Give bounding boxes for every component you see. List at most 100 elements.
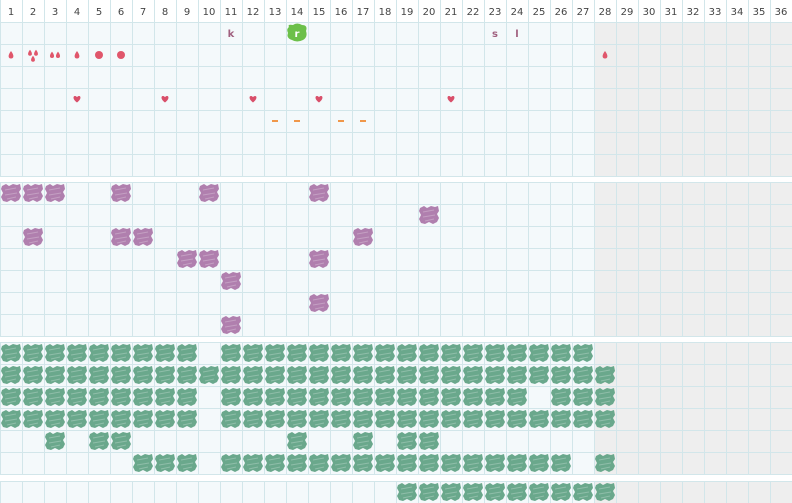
green-cell[interactable] bbox=[243, 344, 263, 362]
green-cell[interactable] bbox=[551, 410, 571, 428]
green-cell[interactable] bbox=[353, 410, 373, 428]
green-cell[interactable] bbox=[155, 344, 175, 362]
column-label[interactable]: 3 bbox=[52, 7, 58, 18]
green-cell[interactable] bbox=[287, 454, 307, 472]
green-cell[interactable] bbox=[419, 410, 439, 428]
column-label[interactable]: 20 bbox=[423, 7, 436, 18]
column-label[interactable]: 16 bbox=[335, 7, 348, 18]
column-label[interactable]: 21 bbox=[445, 7, 458, 18]
green-cell[interactable] bbox=[221, 344, 241, 362]
green-cell[interactable] bbox=[573, 483, 593, 501]
green-cell[interactable] bbox=[133, 344, 153, 362]
column-label[interactable]: 12 bbox=[247, 7, 260, 18]
green-cell[interactable] bbox=[45, 366, 65, 384]
cell-letter[interactable]: k bbox=[228, 29, 235, 40]
column-label[interactable]: 10 bbox=[203, 7, 216, 18]
green-cell[interactable] bbox=[551, 344, 571, 362]
green-cell[interactable] bbox=[199, 366, 219, 384]
green-cell[interactable] bbox=[243, 454, 263, 472]
purple-cell[interactable] bbox=[23, 228, 43, 246]
green-cell[interactable] bbox=[67, 344, 87, 362]
green-cell[interactable] bbox=[441, 410, 461, 428]
green-cell[interactable] bbox=[507, 344, 527, 362]
green-cell[interactable] bbox=[573, 366, 593, 384]
column-label[interactable]: 36 bbox=[775, 7, 788, 18]
green-cell[interactable] bbox=[485, 410, 505, 428]
green-cell[interactable] bbox=[331, 388, 351, 406]
green-cell[interactable] bbox=[507, 410, 527, 428]
column-label[interactable]: 34 bbox=[731, 7, 744, 18]
green-cell[interactable] bbox=[463, 454, 483, 472]
purple-cell[interactable] bbox=[133, 228, 153, 246]
green-cell[interactable] bbox=[177, 344, 197, 362]
green-cell[interactable] bbox=[463, 344, 483, 362]
green-cell[interactable] bbox=[397, 366, 417, 384]
green-cell[interactable] bbox=[243, 366, 263, 384]
green-cell[interactable] bbox=[375, 388, 395, 406]
green-cell[interactable] bbox=[507, 388, 527, 406]
green-cell[interactable] bbox=[331, 410, 351, 428]
green-cell[interactable] bbox=[111, 410, 131, 428]
green-cell[interactable] bbox=[353, 366, 373, 384]
green-cell[interactable] bbox=[1, 410, 21, 428]
green-cell[interactable] bbox=[595, 454, 615, 472]
column-label[interactable]: 25 bbox=[533, 7, 546, 18]
green-cell[interactable] bbox=[419, 454, 439, 472]
column-label[interactable]: 19 bbox=[401, 7, 414, 18]
green-cell[interactable] bbox=[67, 366, 87, 384]
purple-cell[interactable] bbox=[1, 184, 21, 202]
column-label[interactable]: 5 bbox=[96, 7, 102, 18]
green-cell[interactable] bbox=[331, 366, 351, 384]
column-label[interactable]: 4 bbox=[74, 7, 80, 18]
green-cell[interactable] bbox=[111, 432, 131, 450]
green-cell[interactable] bbox=[89, 366, 109, 384]
green-cell[interactable] bbox=[265, 366, 285, 384]
green-cell[interactable] bbox=[309, 366, 329, 384]
purple-cell[interactable] bbox=[309, 184, 329, 202]
green-cell[interactable] bbox=[463, 388, 483, 406]
green-cell[interactable] bbox=[441, 344, 461, 362]
purple-cell[interactable] bbox=[309, 250, 329, 268]
green-cell[interactable] bbox=[89, 344, 109, 362]
purple-cell[interactable] bbox=[111, 228, 131, 246]
column-label[interactable]: 1 bbox=[8, 7, 14, 18]
column-label[interactable]: 30 bbox=[643, 7, 656, 18]
green-cell[interactable] bbox=[287, 432, 307, 450]
green-cell[interactable] bbox=[111, 366, 131, 384]
green-cell[interactable] bbox=[375, 366, 395, 384]
green-cell[interactable] bbox=[221, 388, 241, 406]
green-cell[interactable] bbox=[353, 388, 373, 406]
green-cell[interactable] bbox=[573, 344, 593, 362]
purple-cell[interactable] bbox=[199, 184, 219, 202]
column-label[interactable]: 9 bbox=[184, 7, 190, 18]
green-cell[interactable] bbox=[309, 344, 329, 362]
cell-letter[interactable]: s bbox=[492, 29, 498, 40]
green-cell[interactable] bbox=[23, 410, 43, 428]
green-cell[interactable] bbox=[573, 410, 593, 428]
green-cell[interactable] bbox=[375, 454, 395, 472]
green-cell[interactable] bbox=[507, 366, 527, 384]
green-cell[interactable] bbox=[89, 388, 109, 406]
green-cell[interactable] bbox=[89, 410, 109, 428]
green-cell[interactable] bbox=[243, 388, 263, 406]
green-cell[interactable] bbox=[67, 388, 87, 406]
green-cell[interactable] bbox=[463, 366, 483, 384]
green-cell[interactable] bbox=[485, 483, 505, 501]
column-label[interactable]: 22 bbox=[467, 7, 480, 18]
green-cell[interactable] bbox=[133, 454, 153, 472]
green-cell[interactable] bbox=[485, 388, 505, 406]
green-cell[interactable] bbox=[419, 388, 439, 406]
green-cell[interactable] bbox=[23, 388, 43, 406]
purple-cell[interactable] bbox=[199, 250, 219, 268]
green-cell[interactable] bbox=[507, 454, 527, 472]
green-cell[interactable] bbox=[221, 454, 241, 472]
column-label[interactable]: 17 bbox=[357, 7, 370, 18]
green-cell[interactable] bbox=[265, 454, 285, 472]
column-label[interactable]: 33 bbox=[709, 7, 722, 18]
green-cell[interactable] bbox=[485, 366, 505, 384]
column-label[interactable]: 7 bbox=[140, 7, 146, 18]
green-cell[interactable] bbox=[529, 344, 549, 362]
green-cell[interactable] bbox=[441, 454, 461, 472]
green-cell[interactable] bbox=[309, 454, 329, 472]
green-cell[interactable] bbox=[419, 344, 439, 362]
